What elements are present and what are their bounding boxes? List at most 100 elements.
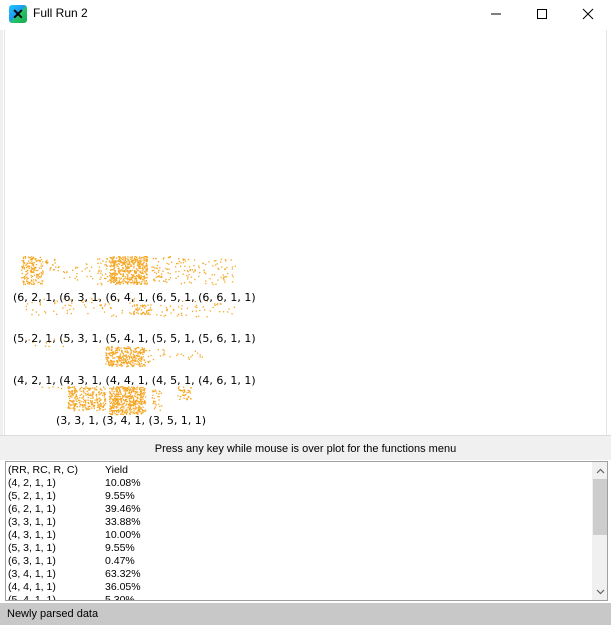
die-dot: [80, 393, 83, 396]
die-dot: [97, 283, 99, 285]
die-dot: [125, 403, 128, 405]
die-dot: [122, 273, 125, 275]
yield-cell: 9.55%: [105, 542, 135, 554]
plot-area[interactable]: (6, 2, 1, (6, 3, 1, (6, 4, 1, (6, 5, 1, …: [4, 30, 607, 435]
die-dot: [177, 353, 179, 355]
die-dot: [142, 398, 144, 400]
die-dot: [101, 389, 103, 391]
die-dot: [97, 258, 99, 260]
die-dot: [91, 402, 93, 404]
die-dot: [201, 356, 203, 358]
die-dot: [123, 263, 125, 265]
die-dot: [118, 281, 121, 283]
die-dot: [127, 390, 129, 392]
die-dot: [116, 356, 118, 358]
die-dot: [168, 279, 170, 281]
die-dot: [120, 277, 122, 279]
die-dot: [115, 349, 117, 351]
die-dot: [30, 274, 32, 277]
die-dot: [107, 280, 109, 282]
scroll-up-button[interactable]: [592, 462, 607, 479]
die-dot: [125, 387, 127, 389]
die-dot: [100, 304, 102, 307]
die-dot: [142, 400, 144, 403]
die-dot: [224, 268, 226, 270]
maximize-button[interactable]: [519, 0, 565, 28]
die-dot: [58, 266, 60, 268]
die-dot: [158, 280, 160, 282]
die-dot: [90, 397, 92, 400]
die-dot: [164, 280, 166, 282]
die-dot: [22, 265, 24, 268]
die-dot: [119, 261, 121, 263]
die-dot: [121, 397, 123, 399]
die-dot: [133, 313, 135, 315]
die-dot: [127, 276, 129, 278]
die-dot: [57, 386, 59, 389]
vertical-scrollbar[interactable]: [592, 462, 607, 600]
die-dot: [105, 352, 107, 354]
close-button[interactable]: [565, 0, 611, 28]
die-dot: [122, 396, 124, 398]
die-dot: [180, 262, 182, 264]
die-dot: [130, 352, 132, 354]
die-dot: [113, 257, 115, 260]
x-logo-icon: ✕: [9, 5, 27, 23]
die-dot: [136, 281, 138, 284]
die-dot: [106, 265, 108, 267]
die-dot: [83, 401, 85, 403]
die-dot: [169, 356, 171, 358]
die-dot: [128, 360, 130, 363]
die-dot: [172, 308, 175, 311]
die-dot: [175, 277, 177, 279]
die-dot: [25, 267, 27, 269]
die-dot: [113, 401, 115, 404]
die-dot: [21, 272, 23, 275]
title-bar[interactable]: ✕ Full Run 2: [0, 0, 611, 28]
die-dot: [109, 405, 111, 407]
hint-text: Press any key while mouse is over plot f…: [154, 443, 457, 455]
die-dot: [159, 276, 161, 278]
results-list[interactable]: (RR, RC, R, C) Yield (4, 2, 1, 1) 10.08% (…: [5, 461, 608, 601]
die-dot: [142, 349, 144, 351]
die-dot: [181, 305, 183, 307]
die-dot: [71, 401, 73, 403]
die-dot: [124, 276, 127, 278]
die-dot: [108, 364, 110, 366]
die-dot: [35, 260, 38, 262]
die-dot: [131, 269, 133, 272]
die-dot: [147, 313, 149, 315]
die-dot: [118, 258, 120, 261]
die-dot: [224, 281, 226, 283]
scroll-thumb[interactable]: [593, 479, 607, 535]
die-dot: [48, 345, 50, 348]
die-dot: [116, 265, 118, 267]
die-dot: [141, 347, 143, 349]
die-dot: [144, 307, 146, 309]
die-dot: [136, 387, 138, 389]
die-dot: [135, 350, 138, 352]
die-dot: [76, 400, 78, 402]
die-dot: [135, 357, 137, 359]
die-dot: [105, 403, 107, 405]
die-dot: [38, 314, 40, 316]
die-dot: [120, 404, 122, 406]
die-dot: [106, 360, 108, 362]
die-dot: [116, 393, 118, 395]
die-dot: [209, 277, 211, 280]
die-dot: [122, 352, 124, 355]
die-dot: [129, 277, 131, 279]
die-dot: [89, 408, 91, 410]
minimize-button[interactable]: [473, 0, 519, 28]
die-dot: [124, 259, 127, 261]
die-dot: [92, 278, 94, 280]
die-dot: [144, 403, 146, 405]
die-dot: [152, 391, 154, 393]
die-dot: [137, 397, 139, 399]
die-dot: [141, 396, 143, 398]
die-dot: [204, 309, 206, 311]
die-dot: [176, 354, 178, 357]
scroll-down-button[interactable]: [592, 583, 607, 600]
die-dot: [143, 351, 145, 353]
die-dot: [135, 272, 137, 274]
